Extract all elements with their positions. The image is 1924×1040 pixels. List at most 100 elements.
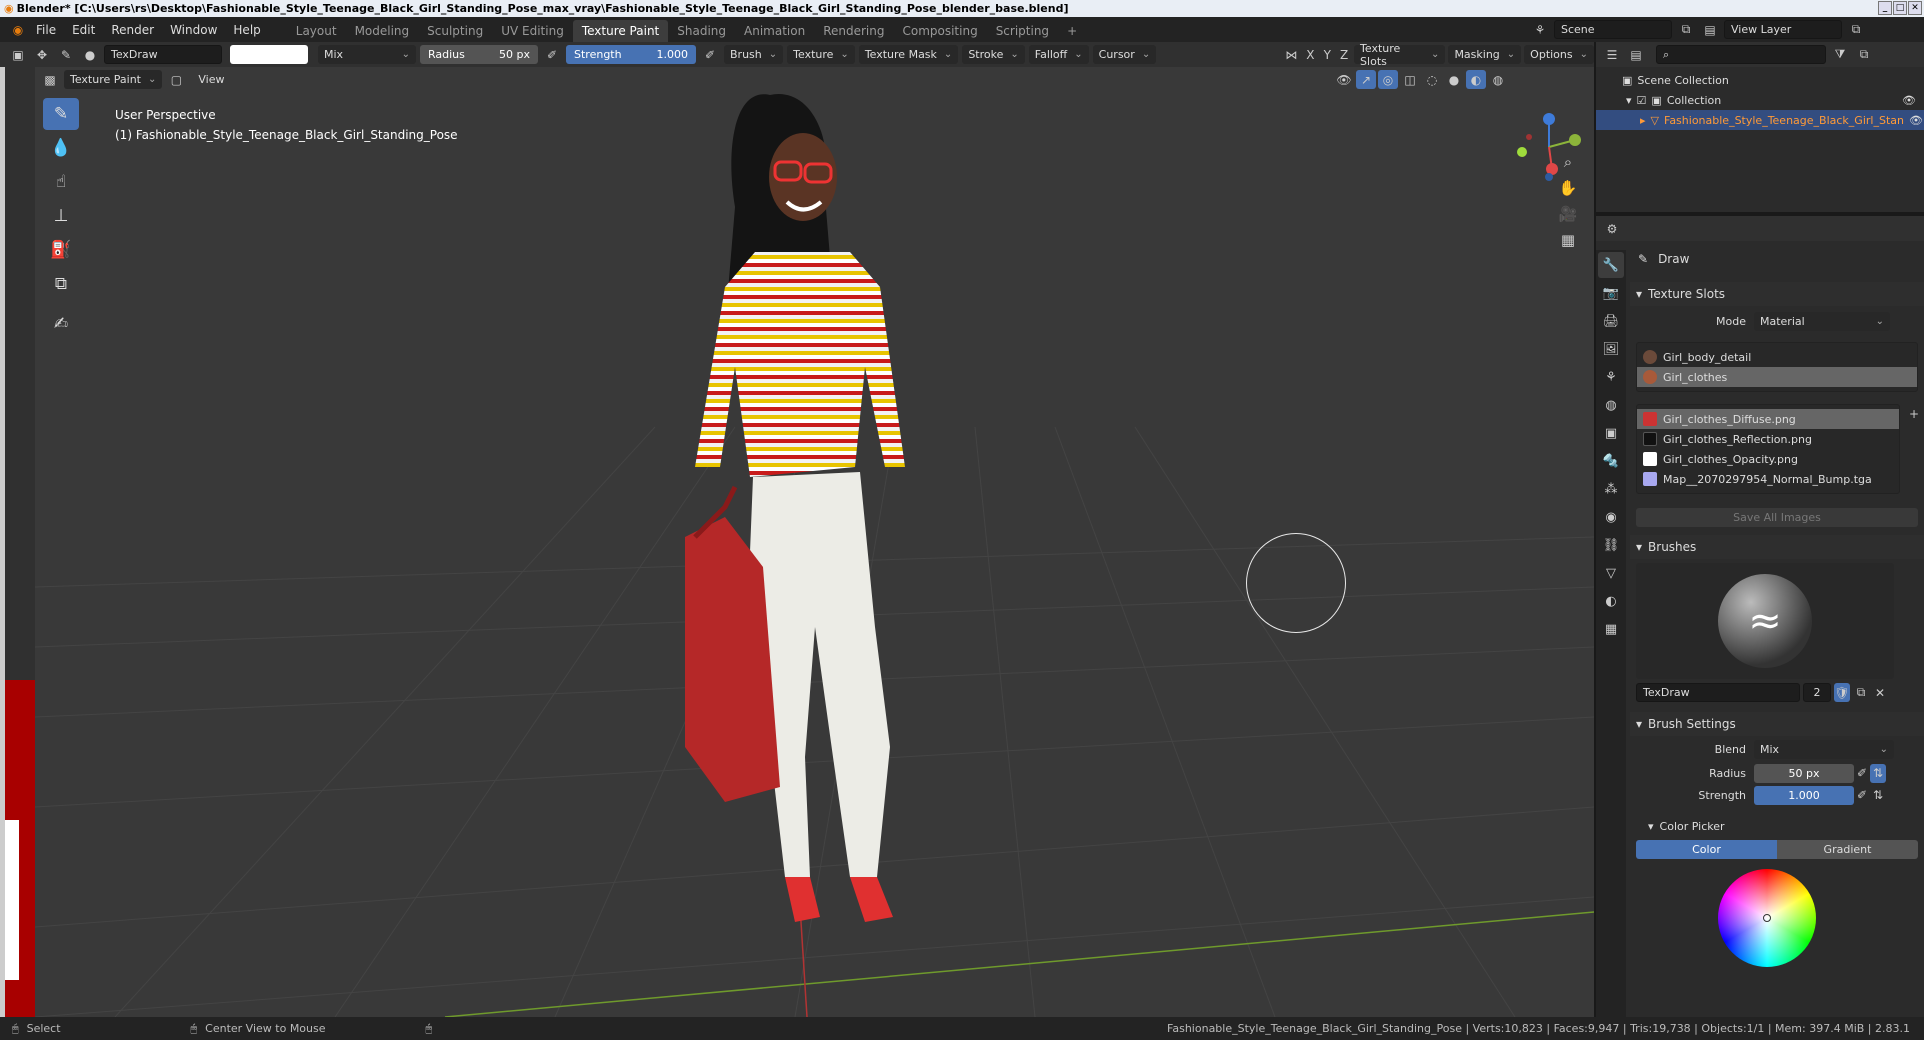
eye-icon[interactable]: 👁: [1909, 114, 1923, 127]
blender-menu-icon[interactable]: ◉: [8, 20, 28, 39]
list-item[interactable]: Girl_clothes: [1637, 367, 1917, 387]
strength-unit-icon[interactable]: ⇅: [1870, 786, 1886, 805]
physics-tab-icon[interactable]: ◉: [1598, 504, 1624, 530]
tab-rendering[interactable]: Rendering: [814, 20, 893, 42]
tab-compositing[interactable]: Compositing: [893, 20, 986, 42]
brush-icon[interactable]: ✎: [56, 45, 76, 64]
tab-sculpting[interactable]: Sculpting: [418, 20, 492, 42]
view-layer-tab-icon[interactable]: 🖼: [1598, 336, 1624, 362]
falloff-menu[interactable]: Falloff: [1028, 45, 1089, 64]
cursor-menu[interactable]: Cursor: [1092, 45, 1157, 64]
tab-animation[interactable]: Animation: [735, 20, 814, 42]
brush-browse-icon[interactable]: ●: [80, 45, 100, 64]
mode-dropdown[interactable]: Texture Paint: [64, 70, 163, 89]
fake-user-icon[interactable]: 🛡: [1834, 683, 1850, 702]
mode-dropdown[interactable]: Material: [1754, 311, 1890, 331]
visibility-icon[interactable]: 👁: [1334, 70, 1354, 89]
3d-viewport[interactable]: User Perspective (1) Fashionable_Style_T…: [35, 67, 1594, 1017]
smear-tool-icon[interactable]: ☝: [43, 166, 79, 198]
eye-icon[interactable]: 👁: [1902, 94, 1916, 107]
brush-name-field[interactable]: TexDraw: [1636, 683, 1800, 702]
tab-modeling[interactable]: Modeling: [346, 20, 419, 42]
tab-shading[interactable]: Shading: [668, 20, 735, 42]
draw-tool-icon[interactable]: ✎: [43, 98, 79, 130]
output-tab-icon[interactable]: 🖨: [1598, 308, 1624, 334]
list-item[interactable]: Map__2070297954_Normal_Bump.tga: [1637, 469, 1899, 489]
axis-z-toggle[interactable]: Z: [1337, 45, 1351, 64]
object-row[interactable]: ▸ ▽ Fashionable_Style_Teenage_Black_Girl_S…: [1596, 110, 1924, 130]
tab-layout[interactable]: Layout: [287, 20, 346, 42]
add-slot-icon[interactable]: +: [1904, 404, 1924, 423]
save-all-images-button[interactable]: Save All Images: [1636, 508, 1918, 527]
camera-view-icon[interactable]: 🎥: [1555, 201, 1581, 227]
texture-menu[interactable]: Texture: [787, 45, 855, 64]
minimize-button[interactable]: _: [1878, 1, 1892, 15]
clone-tool-icon[interactable]: ⊥: [43, 200, 79, 232]
strength-pressure-icon[interactable]: ✐: [1854, 786, 1870, 805]
tab-scripting[interactable]: Scripting: [987, 20, 1058, 42]
menu-render[interactable]: Render: [103, 23, 162, 37]
brushes-panel-header[interactable]: ▾ Brushes: [1630, 535, 1924, 559]
tool-tab-icon[interactable]: 🔧: [1598, 252, 1624, 278]
blend-dropdown[interactable]: Mix: [1754, 739, 1894, 759]
maximize-button[interactable]: □: [1893, 1, 1907, 15]
list-item[interactable]: Girl_clothes_Reflection.png: [1637, 429, 1899, 449]
new-view-layer-icon[interactable]: ⧉: [1846, 20, 1866, 39]
radius-pressure-icon[interactable]: ✐: [542, 45, 562, 64]
menu-window[interactable]: Window: [162, 23, 225, 37]
mask-toggle-icon[interactable]: ▢: [166, 70, 186, 89]
view-menu[interactable]: View: [190, 73, 232, 86]
color-picker-subpanel[interactable]: ▾ Color Picker: [1648, 816, 1924, 836]
world-tab-icon[interactable]: ◍: [1598, 392, 1624, 418]
unlink-brush-icon[interactable]: ✕: [1872, 683, 1888, 702]
menu-file[interactable]: File: [28, 23, 64, 37]
outliner-editor-icon[interactable]: ☰: [1602, 45, 1622, 64]
new-scene-icon[interactable]: ⧉: [1676, 20, 1696, 39]
scene-field[interactable]: Scene: [1554, 20, 1672, 39]
properties-editor-icon[interactable]: ⚙: [1602, 219, 1622, 238]
radius-pressure-icon[interactable]: ✐: [1854, 764, 1870, 783]
annotate-tool-icon[interactable]: ✍: [43, 308, 79, 340]
texture-slots-panel-header[interactable]: ▾ Texture Slots: [1630, 282, 1924, 306]
brush-menu[interactable]: Brush: [724, 45, 784, 64]
color-wheel[interactable]: [1718, 869, 1816, 967]
mask-tool-icon[interactable]: ⧉: [43, 268, 79, 300]
list-item[interactable]: Girl_body_detail: [1637, 347, 1917, 367]
collection-row[interactable]: ▾ ☑ ▣ Collection 👁: [1596, 90, 1924, 110]
expand-arrow-icon[interactable]: ▾: [1626, 94, 1632, 107]
brush-color-swatch[interactable]: [230, 45, 308, 64]
scene-tab-icon[interactable]: ⚘: [1598, 364, 1624, 390]
view-layer-icon[interactable]: ▤: [1700, 20, 1720, 39]
symmetry-icon[interactable]: ⋈: [1282, 45, 1300, 64]
strength-slider[interactable]: Strength 1.000: [566, 45, 696, 64]
xray-icon[interactable]: ◫: [1400, 70, 1420, 89]
gizmo-toggle-icon[interactable]: ↗: [1356, 70, 1376, 89]
material-shading-icon[interactable]: ◐: [1466, 70, 1486, 89]
stroke-menu[interactable]: Stroke: [962, 45, 1025, 64]
modifier-tab-icon[interactable]: 🔩: [1598, 448, 1624, 474]
scene-icon[interactable]: ⚘: [1530, 20, 1550, 39]
display-mode-icon[interactable]: ▤: [1626, 45, 1646, 64]
tab-texture-paint[interactable]: Texture Paint: [572, 20, 669, 42]
brush-preview[interactable]: ≈: [1636, 563, 1894, 679]
soften-tool-icon[interactable]: 💧: [43, 132, 79, 164]
wireframe-shading-icon[interactable]: ◌: [1422, 70, 1442, 89]
list-item[interactable]: Girl_clothes_Diffuse.png: [1637, 409, 1899, 429]
brush-name-field[interactable]: TexDraw: [104, 45, 222, 64]
material-tab-icon[interactable]: ◐: [1598, 588, 1624, 614]
scene-collection-row[interactable]: ▣ Scene Collection: [1596, 70, 1924, 90]
radius-unit-icon[interactable]: ⇅: [1870, 763, 1886, 783]
list-item[interactable]: Girl_clothes_Opacity.png: [1637, 449, 1899, 469]
menu-edit[interactable]: Edit: [64, 23, 103, 37]
constraints-tab-icon[interactable]: ⛓: [1598, 532, 1624, 558]
pan-hand-icon[interactable]: ✋: [1555, 175, 1581, 201]
strength-pressure-icon[interactable]: ✐: [700, 45, 720, 64]
checkbox-icon[interactable]: ☑: [1637, 94, 1647, 107]
solid-shading-icon[interactable]: ●: [1444, 70, 1464, 89]
options-menu[interactable]: Options: [1524, 45, 1595, 64]
radius-field[interactable]: 50 px: [1754, 763, 1854, 783]
strength-field[interactable]: 1.000: [1754, 785, 1854, 805]
color-cursor[interactable]: [1763, 914, 1771, 922]
color-tab[interactable]: Color: [1636, 840, 1777, 859]
outliner-search-input[interactable]: ⌕: [1656, 45, 1826, 64]
